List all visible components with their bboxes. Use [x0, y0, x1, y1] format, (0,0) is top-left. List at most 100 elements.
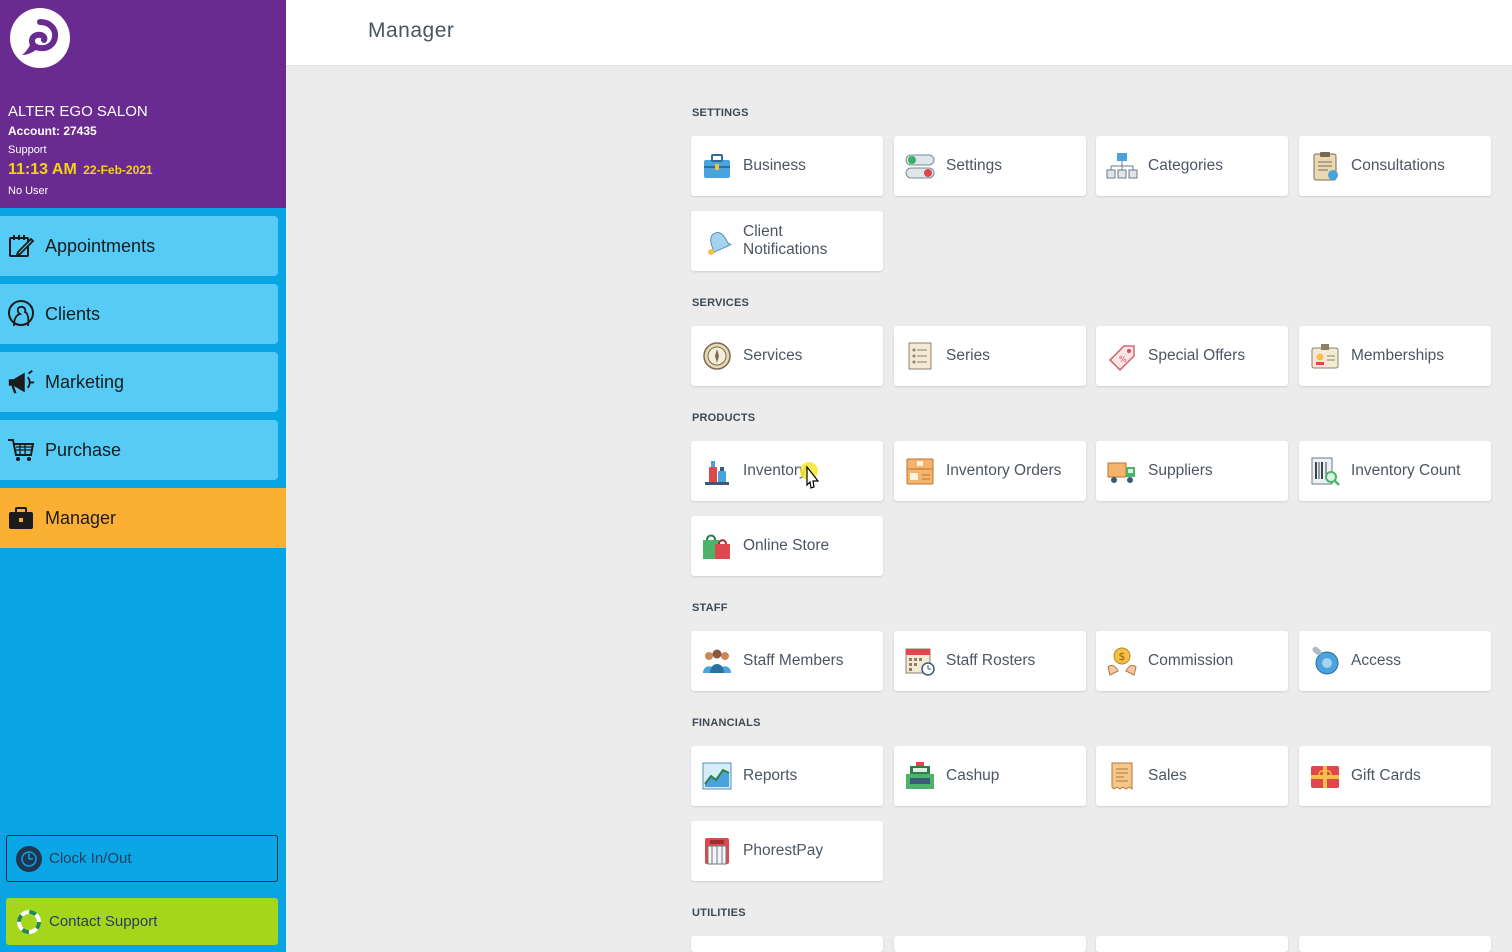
tile-services[interactable]: Services — [691, 326, 883, 386]
tile-label: Commission — [1148, 652, 1234, 669]
tile-sales[interactable]: Sales — [1096, 746, 1288, 806]
tile-label: Reports — [743, 767, 798, 784]
tile-inventory-orders[interactable]: Inventory Orders — [894, 441, 1086, 501]
contact-support-button[interactable]: Contact Support — [6, 898, 278, 945]
nav-purchase[interactable]: Purchase — [0, 420, 278, 480]
tile-label: Gift Cards — [1351, 767, 1421, 784]
hierarchy-icon — [1106, 153, 1138, 179]
sidebar: ALTER EGO SALON Account: 27435 Support 1… — [0, 0, 286, 952]
tile-label: Consultations — [1351, 157, 1445, 174]
tile-online-store[interactable]: Online Store — [691, 516, 883, 576]
hand-coin-icon: $ — [1107, 647, 1137, 676]
nav-appointments[interactable]: Appointments — [0, 216, 278, 276]
tile-label: Settings — [946, 157, 1003, 174]
nav-manager[interactable]: Manager — [0, 488, 286, 548]
tile-label: Cashup — [946, 767, 1000, 784]
tile-label: Access — [1351, 652, 1401, 669]
tile-access[interactable]: Access — [1299, 631, 1491, 691]
tile-label: Special Offers — [1148, 347, 1246, 364]
tile-label: Memberships — [1351, 347, 1445, 364]
bottles-icon — [705, 461, 729, 485]
nav-label: Purchase — [45, 439, 122, 460]
tile-suppliers[interactable]: Suppliers — [1096, 441, 1288, 501]
clock-icon — [16, 845, 42, 872]
tile-special-offers[interactable]: % Special Offers — [1096, 326, 1288, 386]
tile-label: Inventory Count — [1351, 462, 1461, 479]
tile-staff-rosters[interactable]: Staff Rosters — [894, 631, 1086, 691]
tile-label: Categories — [1148, 157, 1223, 174]
tile-inventory[interactable]: Inventory — [691, 441, 883, 501]
toggle-switches-icon — [905, 154, 935, 179]
tile-utility-2[interactable] — [894, 936, 1086, 952]
nav-label: Manager — [45, 507, 117, 528]
team-icon — [703, 649, 731, 673]
section-title-utilities: UTILITIES — [692, 907, 746, 919]
tile-series[interactable]: Series — [894, 326, 1086, 386]
tile-consultations[interactable]: Consultations — [1299, 136, 1491, 196]
price-tag-icon: % — [1109, 345, 1135, 371]
line-chart-icon — [702, 762, 732, 790]
briefcase-icon — [6, 503, 36, 533]
tile-utility-3[interactable] — [1096, 936, 1288, 952]
tile-cashup[interactable]: Cashup — [894, 746, 1086, 806]
compass-icon — [703, 342, 731, 370]
lifebuoy-icon — [16, 909, 42, 935]
gift-card-icon — [1311, 766, 1339, 788]
tile-categories[interactable]: Categories — [1096, 136, 1288, 196]
access-fob-icon — [1312, 646, 1339, 675]
bell-icon — [708, 232, 732, 255]
section-title-products: PRODUCTS — [692, 412, 756, 424]
tile-label: Staff Members — [743, 652, 844, 669]
tile-memberships[interactable]: Memberships — [1299, 326, 1491, 386]
header-bar: Manager — [286, 0, 1512, 66]
support-label: Support — [8, 144, 47, 156]
nav-clients[interactable]: Clients — [0, 284, 278, 344]
tile-settings[interactable]: Settings — [894, 136, 1086, 196]
section-title-services: SERVICES — [692, 297, 750, 309]
tile-label: Inventory — [743, 462, 807, 479]
account-number: Account: 27435 — [8, 124, 97, 138]
tile-label: Business — [743, 157, 806, 174]
current-user: No User — [8, 185, 49, 197]
tile-utility-4[interactable] — [1299, 936, 1491, 952]
page-title: Manager — [368, 19, 455, 42]
receipt-icon — [1111, 762, 1133, 790]
tile-business[interactable]: Business — [691, 136, 883, 196]
tile-label: Client Notifications — [743, 223, 828, 258]
cart-icon — [6, 435, 36, 465]
svg-text:$: $ — [1119, 650, 1126, 663]
tile-client-notifications[interactable]: Client Notifications — [691, 211, 883, 271]
checklist-icon — [908, 342, 932, 370]
tile-commission[interactable]: $ Commission — [1096, 631, 1288, 691]
tile-reports[interactable]: Reports — [691, 746, 883, 806]
nav-marketing[interactable]: Marketing — [0, 352, 278, 412]
brand-panel: ALTER EGO SALON Account: 27435 Support 1… — [0, 0, 286, 208]
tile-phorestpay[interactable]: PhorestPay — [691, 821, 883, 881]
clock-in-out-button[interactable]: Clock In/Out — [6, 835, 278, 882]
tile-label: Series — [946, 347, 990, 364]
tile-label: Staff Rosters — [946, 652, 1036, 669]
tile-gift-cards[interactable]: Gift Cards — [1299, 746, 1491, 806]
tile-inventory-count[interactable]: Inventory Count — [1299, 441, 1491, 501]
megaphone-icon — [6, 367, 36, 397]
clipboard-icon — [1313, 152, 1338, 181]
id-badge-icon — [1311, 344, 1339, 369]
salon-name: ALTER EGO SALON — [8, 103, 148, 120]
tile-label: PhorestPay — [743, 842, 824, 859]
section-title-settings: SETTINGS — [692, 107, 749, 119]
tile-label: Suppliers — [1148, 462, 1213, 479]
card-terminal-icon — [705, 838, 729, 865]
tile-staff-members[interactable]: Staff Members — [691, 631, 883, 691]
client-head-icon — [6, 299, 36, 329]
date-text: 22-Feb-2021 — [83, 163, 153, 177]
briefcase-icon — [704, 154, 730, 178]
tile-label: Services — [743, 347, 803, 364]
phorest-logo-icon[interactable] — [10, 8, 70, 68]
nav-label: Clients — [45, 303, 101, 324]
shopping-bags-icon — [703, 534, 730, 559]
cash-register-icon — [906, 762, 934, 789]
section-title-financials: FINANCIALS — [692, 717, 761, 729]
svg-text:%: % — [1119, 355, 1127, 364]
calendar-edit-icon — [6, 231, 36, 261]
tile-utility-1[interactable] — [691, 936, 883, 952]
